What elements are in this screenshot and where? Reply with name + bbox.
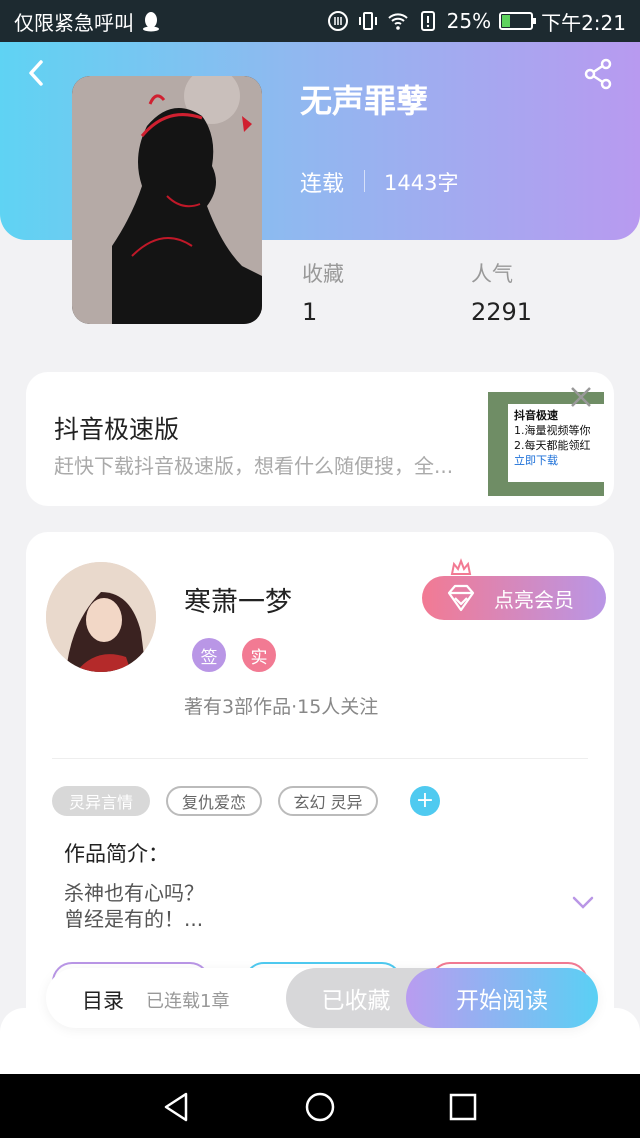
ad-thumb-cta: 立即下载 — [514, 454, 558, 467]
tag-item[interactable]: 复仇爱恋 — [166, 786, 262, 816]
nav-home-icon[interactable] — [303, 1090, 337, 1124]
battery-fill — [502, 15, 510, 27]
diamond-icon — [447, 584, 475, 612]
start-reading-label: 开始阅读 — [456, 988, 548, 1014]
battery-percent: 25% — [446, 9, 492, 33]
emergency-call-text: 仅限紧急呼叫 — [14, 10, 134, 35]
system-nav-bar — [0, 1074, 640, 1138]
intro-line-1: 杀神也有心吗？ — [64, 881, 204, 905]
ad-thumb-panel: 抖音极速 1.海量视频等你 2.每天都能领红 立即下载 — [508, 404, 604, 482]
avatar-illustration — [46, 562, 156, 672]
cover-illustration — [72, 76, 262, 324]
ad-title: 抖音极速版 — [54, 415, 180, 444]
collect-count-label: 收藏 — [302, 262, 344, 286]
book-word-count: 1443字 — [384, 171, 459, 195]
hd-call-icon — [327, 11, 348, 31]
clock: 下午2:21 — [541, 10, 626, 35]
collect-count-value: 1 — [302, 298, 318, 326]
nav-recent-icon[interactable] — [446, 1090, 480, 1124]
nav-back-icon[interactable] — [160, 1090, 194, 1124]
crown-icon — [450, 558, 472, 575]
meta-divider — [364, 170, 365, 192]
add-tag-button[interactable]: + — [410, 786, 440, 816]
ad-thumb-line2: 2.每天都能领红 — [514, 439, 591, 452]
ad-thumb-line1: 1.海量视频等你 — [514, 424, 591, 437]
action-bar: 目录 已连载1章 已收藏 开始阅读 — [46, 968, 598, 1028]
signed-badge: 签 — [192, 638, 226, 672]
chevron-down-icon[interactable] — [572, 896, 594, 910]
tag-item[interactable]: 玄幻 灵异 — [278, 786, 378, 816]
ad-card[interactable]: 抖音极速版 赶快下载抖音极速版，想看什么随便搜，全... 抖音极速 1.海量视频… — [26, 372, 614, 506]
sim-alert-icon — [420, 11, 435, 31]
vibrate-icon — [358, 12, 377, 30]
ad-thumb-brand: 抖音极速 — [514, 409, 558, 422]
author-avatar[interactable] — [46, 562, 156, 672]
battery-icon — [499, 12, 537, 30]
collected-label: 已收藏 — [321, 988, 391, 1014]
verified-badge: 实 — [242, 638, 276, 672]
chapter-count[interactable]: 已连载1章 — [146, 987, 229, 1013]
vip-button[interactable]: 点亮会员 — [422, 576, 606, 620]
book-status: 连载 — [300, 172, 345, 197]
back-arrow-icon[interactable] — [22, 58, 52, 88]
popularity-label: 人气 — [471, 262, 513, 286]
tag-item[interactable]: 灵异言情 — [52, 786, 150, 816]
status-left: 仅限紧急呼叫 — [14, 7, 162, 36]
author-name: 寒萧一梦 — [184, 587, 292, 618]
book-title: 无声罪孽 — [300, 82, 429, 120]
author-meta: 著有3部作品·15人关注 — [184, 696, 379, 718]
close-icon[interactable] — [568, 384, 594, 410]
start-reading-button[interactable]: 开始阅读 — [406, 968, 598, 1028]
status-bar: 仅限紧急呼叫 25% 下午2:21 — [0, 0, 640, 42]
share-icon[interactable] — [582, 58, 614, 90]
qq-icon — [143, 12, 159, 32]
ad-description: 赶快下载抖音极速版，想看什么随便搜，全... — [54, 454, 454, 478]
book-cover[interactable] — [72, 76, 262, 324]
popularity-value: 2291 — [471, 298, 533, 326]
intro-title: 作品简介： — [64, 842, 169, 866]
intro-text: 杀神也有心吗？ 曾经是有的！... — [64, 880, 204, 932]
vip-label: 点亮会员 — [494, 587, 574, 612]
intro-line-2: 曾经是有的！... — [64, 907, 204, 931]
toc-button[interactable]: 目录 — [82, 985, 124, 1015]
card-divider — [52, 758, 588, 759]
wifi-icon — [387, 13, 408, 30]
plus-icon: + — [415, 788, 435, 813]
status-right: 25% 下午2:21 — [327, 7, 626, 36]
